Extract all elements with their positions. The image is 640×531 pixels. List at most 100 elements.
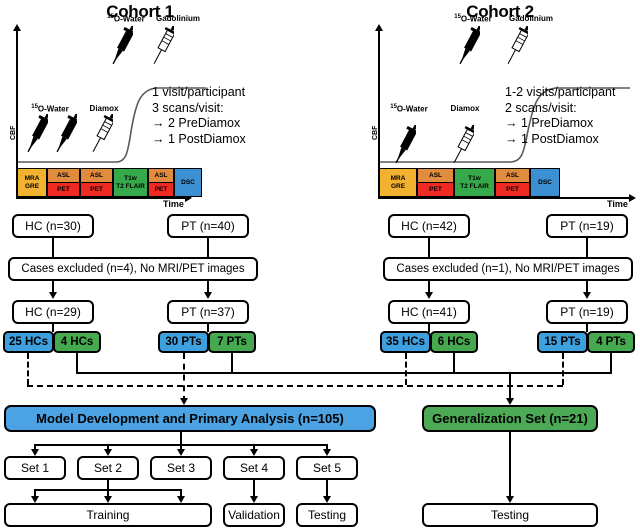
cohort-1-timeline-block-asl: ASL bbox=[148, 168, 174, 183]
cohort-1-annotation-line-4: → 1 PostDiamox bbox=[152, 131, 246, 146]
set3-arrow bbox=[176, 449, 185, 456]
cohort1-hc-final-box[interactable]: HC (n=29) bbox=[12, 300, 94, 324]
cohort1-hc-to-exclusion-line bbox=[52, 238, 54, 257]
set1-arrow bbox=[30, 449, 39, 456]
cohort1-pt-initial-box[interactable]: PT (n=40) bbox=[167, 214, 249, 238]
cohort-1-gadolinium-label: Gadolinium bbox=[156, 14, 200, 23]
gen-stub-c2-pt bbox=[610, 353, 612, 373]
cohort1-hc-generalization-group[interactable]: 4 HCs bbox=[53, 331, 101, 353]
cohort-1-postwater-label: 15O-Water bbox=[107, 14, 145, 24]
cohort-1-syringe-postwater-icon bbox=[112, 26, 133, 65]
generalization-set-arrow bbox=[505, 398, 514, 405]
cohort-1-syringe-gadolinium-icon bbox=[153, 26, 174, 65]
generalization-to-testing-line bbox=[509, 432, 511, 497]
cohort-1-timeline-bar: MRA GRE ASL PET ASL PET T1w T2 FLAIR ASL PET DSC bbox=[17, 168, 202, 197]
cohort1-pt-development-group[interactable]: 30 PTs bbox=[158, 331, 209, 353]
cohort2-hc-final-box[interactable]: HC (n=41) bbox=[388, 300, 470, 324]
testing-left-arrow bbox=[322, 496, 331, 503]
model-development-box[interactable]: Model Development and Primary Analysis (… bbox=[4, 405, 376, 432]
gen-stub-c1-hc bbox=[76, 353, 78, 373]
cohort-2-timeline-block-mra-gre: MRA GRE bbox=[379, 168, 417, 197]
generalization-set-box[interactable]: Generalization Set (n=21) bbox=[422, 405, 598, 432]
cohort1-pt-final-to-groups-line bbox=[207, 324, 209, 332]
cohort-1-prewater-label: 1515O-WaterO-Water bbox=[31, 104, 69, 114]
cohort-1-syringe-prewater-1-icon bbox=[27, 114, 48, 153]
validation-box[interactable]: Validation bbox=[223, 503, 285, 527]
cohort-2-syringe-prewater-icon bbox=[395, 125, 416, 164]
cohort-2-timeline-block-pet: PET bbox=[495, 182, 530, 197]
cohort2-hc-generalization-group[interactable]: 6 HCs bbox=[430, 331, 478, 353]
cohort-1-annotation-line-2: 3 scans/visit: bbox=[152, 100, 224, 115]
cohort2-pt-to-exclusion-line bbox=[586, 238, 588, 257]
cohort-2-syringe-postwater-icon bbox=[459, 26, 480, 65]
cohort-2-timeline-block-asl: ASL bbox=[495, 168, 530, 183]
gen-stub-c2-hc bbox=[453, 353, 455, 373]
cohort1-hc-initial-box[interactable]: HC (n=30) bbox=[12, 214, 94, 238]
set-3-box[interactable]: Set 3 bbox=[150, 456, 212, 480]
cohort-1-timeline-block-pet: PET bbox=[47, 182, 80, 197]
cohort-2-timeline-block-t1w-t2-flair: T1w T2 FLAIR bbox=[454, 168, 495, 197]
cohort1-pt-final-arrow bbox=[203, 292, 212, 299]
cohort2-hc-final-arrow bbox=[424, 292, 433, 299]
dev-stub-c2-hc bbox=[405, 353, 407, 385]
dev-stub-c2-pt bbox=[562, 353, 564, 385]
testing-left-box[interactable]: Testing bbox=[296, 503, 358, 527]
gen-stub-c1-pt bbox=[231, 353, 233, 373]
cohort-1-timeline-block-mra-gre: MRA GRE bbox=[17, 168, 47, 197]
testing-right-box[interactable]: Testing bbox=[422, 503, 598, 527]
gen-drop-line bbox=[509, 372, 511, 400]
cohort2-pt-generalization-group[interactable]: 4 PTs bbox=[587, 331, 635, 353]
cohort2-pt-development-group[interactable]: 15 PTs bbox=[537, 331, 588, 353]
cohort-1-timeline-block-t1w-t2-flair: T1w T2 FLAIR bbox=[113, 168, 148, 197]
cohort-1-annotation-line-1: 1 visit/participant bbox=[152, 85, 246, 99]
cohort-2-x-axis-label: Time bbox=[607, 199, 628, 209]
cohort-2-syringe-diamox-icon bbox=[453, 125, 474, 164]
model-development-arrow bbox=[179, 398, 188, 405]
cohort-2-annotation-line-3: → 1 PreDiamox bbox=[505, 116, 594, 130]
cohort-1-syringe-diamox-icon bbox=[92, 114, 113, 153]
cohort-1-diamox-label: Diamox bbox=[89, 104, 119, 113]
cohort-2-annotation-line-1: 1-2 visits/participant bbox=[505, 85, 616, 99]
set5-arrow bbox=[322, 449, 331, 456]
cohort1-exclusion-box[interactable]: Cases excluded (n=4), No MRI/PET images bbox=[8, 257, 258, 281]
cohort-1-timeline-block-dsc: DSC bbox=[174, 168, 202, 197]
set4-arrow bbox=[249, 449, 258, 456]
gen-bus-line bbox=[76, 372, 612, 374]
cohort-1-annotation: 1 visit/participant 3 scans/visit: → 2 P… bbox=[152, 85, 246, 147]
cohort1-hc-final-arrow bbox=[48, 292, 57, 299]
cohort2-hc-to-exclusion-line bbox=[428, 238, 430, 257]
cohort-2-diamox-label: Diamox bbox=[450, 104, 480, 113]
cohort2-hc-initial-box[interactable]: HC (n=42) bbox=[388, 214, 470, 238]
training-arrow-mid bbox=[103, 496, 112, 503]
cohort1-hc-development-group[interactable]: 25 HCs bbox=[3, 331, 54, 353]
cohort2-pt-final-box[interactable]: PT (n=19) bbox=[546, 300, 628, 324]
dev-stub-c1-pt bbox=[183, 353, 185, 402]
cohort-2-timeline-block-dsc: DSC bbox=[530, 168, 560, 197]
validation-arrow bbox=[249, 496, 258, 503]
set5-to-testing-line bbox=[326, 480, 328, 497]
set4-to-validation-line bbox=[253, 480, 255, 497]
cohort1-pt-final-box[interactable]: PT (n=37) bbox=[167, 300, 249, 324]
cohort2-pt-final-arrow bbox=[582, 292, 591, 299]
training-box[interactable]: Training bbox=[4, 503, 212, 527]
cohort2-pt-initial-box[interactable]: PT (n=19) bbox=[546, 214, 628, 238]
cohort-2-annotation-line-4: → 1 PostDiamox bbox=[505, 131, 599, 146]
cohort2-exclusion-box[interactable]: Cases excluded (n=1), No MRI/PET images bbox=[383, 257, 633, 281]
testing-right-arrow bbox=[505, 496, 514, 503]
cohort-1-timeline-block-asl: ASL bbox=[47, 168, 80, 183]
cohort-1-annotation-line-3: → 2 PreDiamox bbox=[152, 116, 241, 130]
cohort1-hc-final-to-groups-line bbox=[52, 324, 54, 332]
set-5-box[interactable]: Set 5 bbox=[296, 456, 358, 480]
cohort1-pt-generalization-group[interactable]: 7 PTs bbox=[208, 331, 256, 353]
cohort-2-prewater-label: 15O-Water bbox=[390, 104, 428, 114]
cohort2-hc-development-group[interactable]: 35 HCs bbox=[380, 331, 431, 353]
cohort-2-syringe-gadolinium-icon bbox=[507, 26, 528, 65]
set-2-box[interactable]: Set 2 bbox=[77, 456, 139, 480]
cohort-2-gadolinium-label: Gadolinium bbox=[509, 14, 553, 23]
set-1-box[interactable]: Set 1 bbox=[4, 456, 66, 480]
cohort1-pt-to-exclusion-line bbox=[207, 238, 209, 257]
cohort-1-timeline-block-pet: PET bbox=[80, 182, 113, 197]
cohort-1-syringe-prewater-2-icon bbox=[56, 114, 77, 153]
set-4-box[interactable]: Set 4 bbox=[223, 456, 285, 480]
set2-arrow bbox=[103, 449, 112, 456]
